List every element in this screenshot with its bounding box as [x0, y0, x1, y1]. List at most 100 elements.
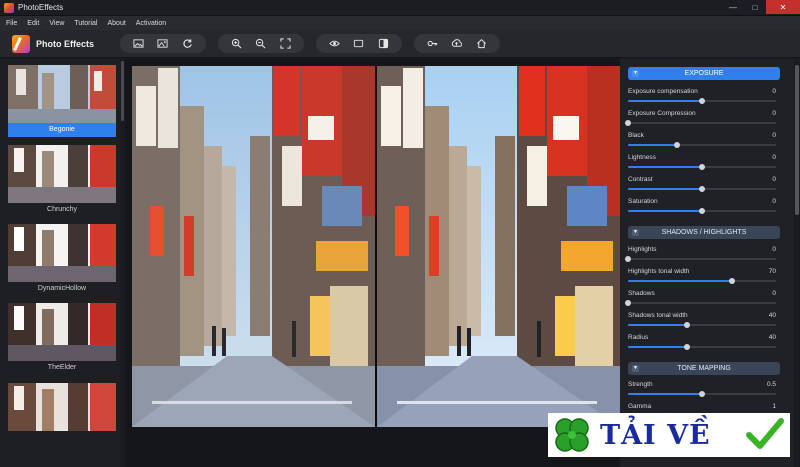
slider-track[interactable]	[625, 256, 776, 262]
preset-thumbnail	[8, 303, 116, 361]
slider-knob[interactable]	[699, 164, 705, 170]
eye-icon[interactable]	[325, 36, 343, 52]
param-shadows[interactable]: Shadows 0	[625, 290, 776, 312]
slider-knob[interactable]	[699, 98, 705, 104]
save-image-icon[interactable]	[154, 36, 172, 52]
fit-screen-icon[interactable]	[277, 36, 295, 52]
slider-track[interactable]	[628, 391, 776, 397]
section-tone-mapping[interactable]: ▼ TONE MAPPING	[628, 362, 780, 375]
slider-knob[interactable]	[684, 322, 691, 328]
param-highlights-tonal-width[interactable]: Highlights tonal width 70	[628, 268, 776, 290]
view-tools	[316, 34, 402, 53]
window-titlebar: PhotoEffects — □ ✕	[0, 0, 800, 16]
home-icon[interactable]	[473, 36, 491, 52]
app-logo	[12, 35, 30, 53]
slider-knob[interactable]	[625, 120, 631, 126]
slider-track[interactable]	[628, 208, 776, 214]
slider-knob[interactable]	[673, 142, 680, 148]
minimize-icon[interactable]: —	[722, 0, 744, 14]
section-title: SHADOWS / HIGHLIGHTS	[661, 229, 747, 236]
panel-scrollbar[interactable]	[794, 59, 800, 467]
preset-item[interactable]: Chrunchy	[8, 145, 116, 217]
param-radius[interactable]: Radius 40	[628, 334, 776, 356]
close-icon[interactable]: ✕	[766, 0, 800, 14]
slider-knob[interactable]	[625, 300, 631, 306]
slider-knob[interactable]	[699, 186, 705, 192]
preset-item[interactable]: TheElder	[8, 303, 116, 375]
param-saturation[interactable]: Saturation 0	[628, 198, 776, 220]
menu-file[interactable]: File	[6, 20, 17, 27]
watermark-banner: TẢI VỀ	[548, 413, 790, 457]
window-title: PhotoEffects	[18, 3, 64, 12]
app-icon	[4, 2, 14, 13]
menu-edit[interactable]: Edit	[27, 20, 39, 27]
slider-track[interactable]	[628, 322, 776, 328]
checkmark-icon	[746, 417, 784, 456]
original-photo	[132, 66, 375, 427]
section-shadows-highlights[interactable]: ▼ SHADOWS / HIGHLIGHTS	[628, 226, 780, 239]
collapse-icon: ▼	[632, 365, 639, 372]
preset-thumbnail	[8, 65, 116, 123]
collapse-icon: ▼	[632, 229, 639, 236]
slider-knob[interactable]	[699, 391, 705, 397]
param-shadows-tonal-width[interactable]: Shadows tonal width 40	[628, 312, 776, 334]
slider-track[interactable]	[628, 98, 776, 104]
slider-knob[interactable]	[728, 278, 735, 284]
section-exposure[interactable]: ▼ EXPOSURE	[628, 67, 780, 80]
menu-activation[interactable]: Activation	[136, 20, 166, 27]
slider-track[interactable]	[628, 164, 776, 170]
clover-icon	[550, 413, 594, 457]
preset-item[interactable]	[8, 383, 116, 431]
slider-track[interactable]	[625, 120, 776, 126]
open-image-icon[interactable]	[129, 36, 147, 52]
preset-thumbnail	[8, 383, 116, 431]
image-viewer[interactable]	[125, 59, 620, 467]
slider-track[interactable]	[628, 142, 776, 148]
slider-track[interactable]	[628, 186, 776, 192]
preset-thumbnail	[8, 224, 116, 282]
menu-tutorial[interactable]: Tutorial	[74, 20, 97, 27]
toolbar: Photo Effects	[0, 30, 800, 58]
slider-track[interactable]	[628, 278, 776, 284]
slider-track[interactable]	[625, 300, 776, 306]
param-exposure-compensation[interactable]: Exposure compensation 0	[628, 88, 776, 110]
preset-thumbnail	[8, 145, 116, 203]
preset-item[interactable]: DynamicHollow	[8, 224, 116, 296]
zoom-in-icon[interactable]	[227, 36, 245, 52]
param-highlights[interactable]: Highlights 0	[625, 246, 776, 268]
menu-view[interactable]: View	[49, 20, 64, 27]
preset-label: Begonie	[8, 123, 116, 137]
preset-label: DynamicHollow	[37, 285, 87, 292]
param-strength[interactable]: Strength 0.5	[628, 381, 776, 403]
split-view-icon[interactable]	[375, 36, 393, 52]
processed-photo	[377, 66, 620, 427]
app-name: Photo Effects	[36, 39, 95, 49]
param-exposure-compression[interactable]: Exposure Compression 0	[625, 110, 776, 132]
watermark-text: TẢI VỀ	[600, 419, 711, 451]
slider-knob[interactable]	[699, 208, 705, 214]
window-controls: — □ ✕	[722, 0, 800, 14]
rotate-icon[interactable]	[179, 36, 197, 52]
maximize-icon[interactable]: □	[744, 0, 766, 14]
menu-about[interactable]: About	[107, 20, 125, 27]
section-title: EXPOSURE	[684, 70, 724, 77]
adjustments-panel: ▼ EXPOSURE Exposure compensation 0 Expos…	[620, 59, 800, 467]
zoom-tools	[218, 34, 304, 53]
param-lightness[interactable]: Lightness 0	[628, 154, 776, 176]
slider-track[interactable]	[628, 344, 776, 350]
file-tools	[120, 34, 206, 53]
single-view-icon[interactable]	[350, 36, 368, 52]
brand: Photo Effects	[12, 35, 94, 53]
collapse-icon: ▼	[632, 70, 639, 77]
section-title: TONE MAPPING	[677, 365, 731, 372]
slider-knob[interactable]	[684, 344, 691, 350]
zoom-out-icon[interactable]	[252, 36, 270, 52]
param-contrast[interactable]: Contrast 0	[628, 176, 776, 198]
preset-item[interactable]: Begonie	[8, 65, 116, 137]
menu-bar: File Edit View Tutorial About Activation	[0, 16, 800, 30]
slider-knob[interactable]	[625, 256, 631, 262]
preset-label: TheElder	[47, 364, 77, 371]
key-icon[interactable]	[423, 36, 441, 52]
param-black[interactable]: Black 0	[628, 132, 776, 154]
upload-icon[interactable]	[448, 36, 466, 52]
